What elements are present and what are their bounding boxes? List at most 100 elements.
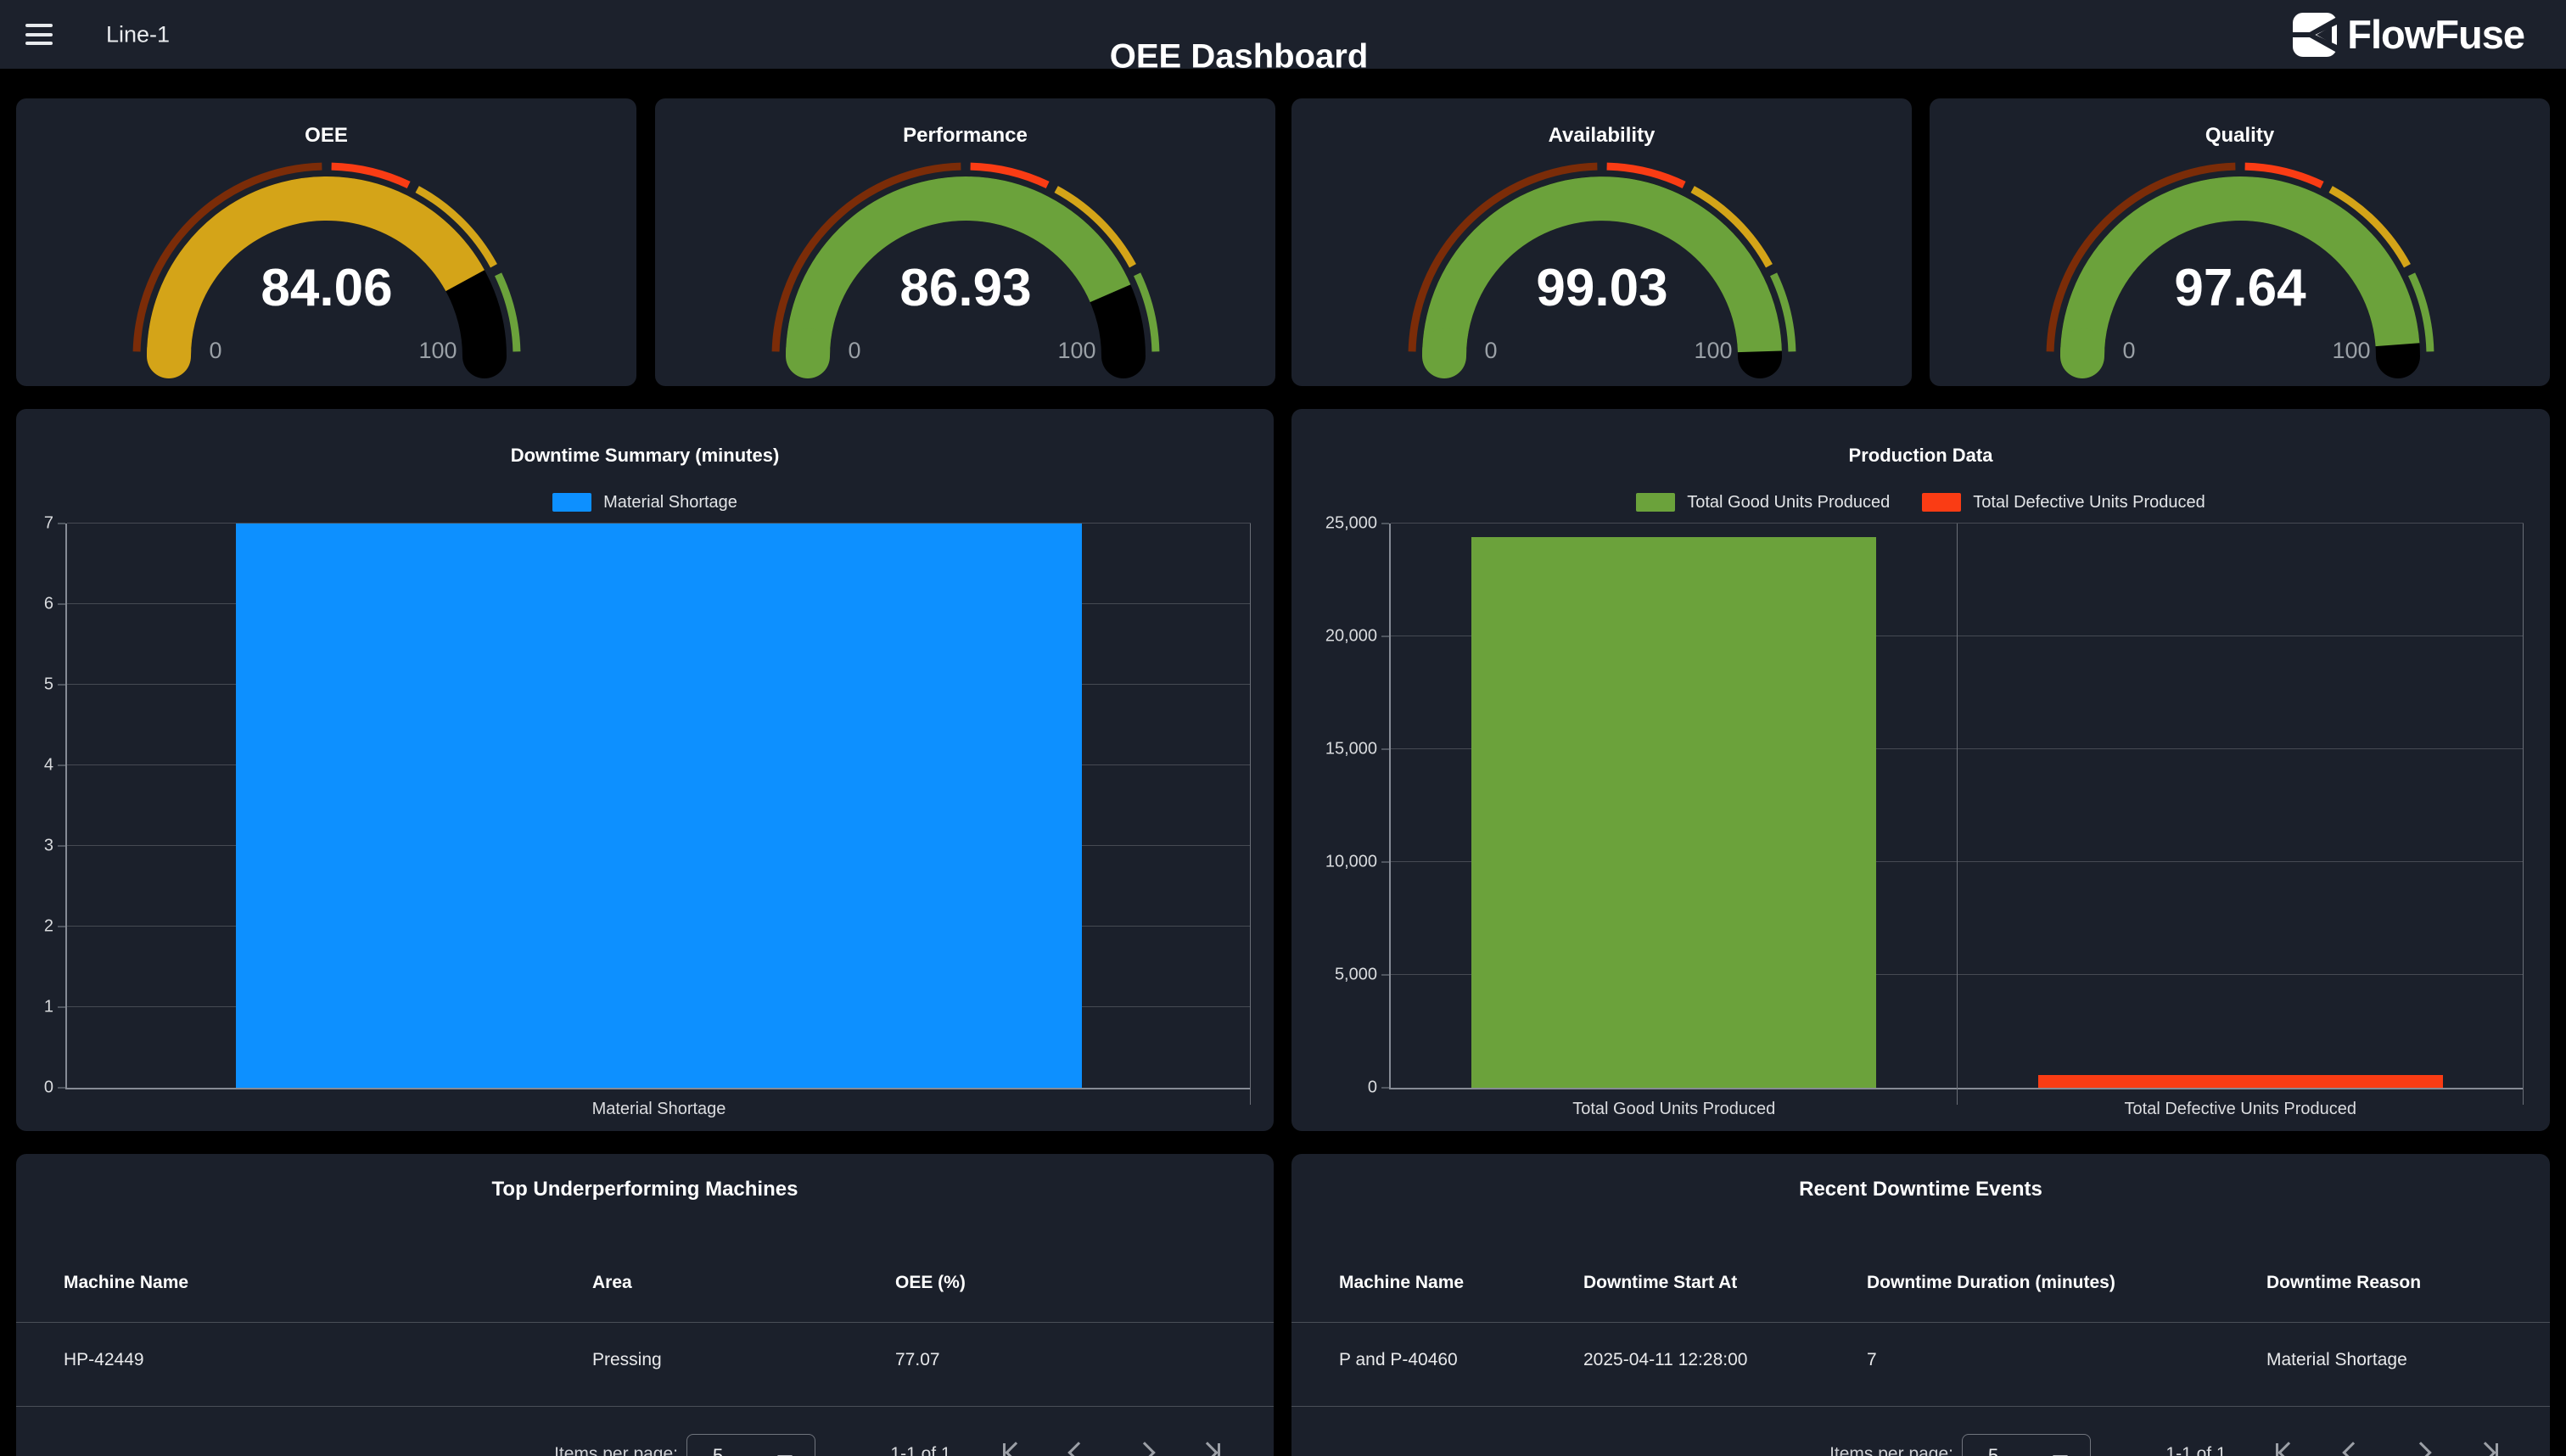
items-per-page-select[interactable]: 5 — [686, 1434, 815, 1456]
legend-label: Material Shortage — [603, 493, 737, 512]
legend-swatch — [552, 493, 591, 512]
pagination-range: 1-1 of 1 — [2132, 1444, 2261, 1456]
y-axis-tick — [58, 846, 65, 847]
chevron-left-icon — [1067, 1442, 1089, 1456]
gauge-title: Availability — [1291, 124, 1912, 148]
gauge-min-label: 0 — [1484, 338, 1497, 363]
bar-total-good-units-produced — [1471, 537, 1876, 1088]
legend-item[interactable]: Material Shortage — [552, 493, 737, 512]
last-page-button[interactable] — [1184, 1439, 1236, 1456]
y-axis-tick-label: 1 — [44, 998, 53, 1017]
y-axis-tick-label: 4 — [44, 756, 53, 776]
chevron-right-icon — [1134, 1442, 1155, 1456]
table-cell: 7 — [1867, 1350, 1877, 1370]
gauge-title: Quality — [1930, 124, 2550, 148]
items-per-page-label: Items per page: — [16, 1444, 678, 1456]
divider — [1291, 1406, 2550, 1407]
menu-icon[interactable] — [25, 24, 53, 45]
y-axis-tick — [58, 1007, 65, 1008]
items-per-page-value: 5 — [713, 1445, 723, 1456]
items-per-page-label: Items per page: — [1291, 1444, 1953, 1456]
plot-boundary-line — [1250, 524, 1251, 1105]
table-cell: P and P-40460 — [1339, 1350, 1458, 1370]
recent-downtime-events-card: Recent Downtime Events Items per page: 5… — [1291, 1154, 2550, 1456]
chevron-right-icon — [2410, 1442, 2431, 1456]
flowfuse-logo-icon — [2293, 13, 2337, 57]
previous-page-button[interactable] — [1052, 1439, 1105, 1456]
y-axis-tick-label: 20,000 — [1325, 627, 1377, 647]
y-axis-tick — [58, 765, 65, 766]
y-axis-tick — [1381, 749, 1389, 750]
column-header: Downtime Start At — [1583, 1273, 1737, 1293]
first-page-icon — [2276, 1443, 2278, 1456]
first-page-button[interactable] — [987, 1439, 1039, 1456]
gauge-max-label: 100 — [418, 338, 457, 363]
gauge-value: 99.03 — [1536, 259, 1667, 317]
last-page-icon — [2496, 1443, 2498, 1456]
gauge-min-label: 0 — [2122, 338, 2135, 363]
column-header: Downtime Duration (minutes) — [1867, 1273, 2115, 1293]
first-page-icon — [1003, 1443, 1006, 1456]
items-per-page-value: 5 — [1988, 1445, 1998, 1456]
divider — [16, 1322, 1274, 1323]
last-page-button[interactable] — [2462, 1439, 2514, 1456]
next-page-button[interactable] — [2395, 1439, 2447, 1456]
y-axis-tick-label: 15,000 — [1325, 740, 1377, 759]
availability-gauge: 99.03 0 100 — [1381, 154, 1823, 375]
legend-item[interactable]: Total Defective Units Produced — [1922, 493, 2205, 512]
y-axis-tick — [1381, 636, 1389, 637]
y-axis-tick-label: 6 — [44, 595, 53, 614]
gauge-max-label: 100 — [1694, 338, 1732, 363]
column-header: Machine Name — [64, 1273, 188, 1293]
chevron-left-icon — [2277, 1442, 2299, 1456]
brand-logo: FlowFuse — [2293, 0, 2524, 69]
divider — [16, 1406, 1274, 1407]
downtime-summary-card: Downtime Summary (minutes) Material Shor… — [16, 409, 1274, 1131]
performance-gauge: 86.93 0 100 — [745, 154, 1186, 375]
legend-swatch — [1636, 493, 1675, 512]
chart-title: Production Data — [1291, 445, 2550, 467]
gauge-min-label: 0 — [209, 338, 221, 363]
top-underperforming-machines-card: Top Underperforming Machines Items per p… — [16, 1154, 1274, 1456]
chart-title: Downtime Summary (minutes) — [16, 445, 1274, 467]
legend-label: Total Good Units Produced — [1687, 493, 1890, 512]
oee-gauge: 84.06 0 100 — [106, 154, 547, 375]
chevron-right-icon — [2474, 1442, 2496, 1456]
y-axis-tick-label: 25,000 — [1325, 514, 1377, 534]
production-data-card: Production Data Total Good Units Produce… — [1291, 409, 2550, 1131]
quality-gauge: 97.64 0 100 — [2020, 154, 2461, 375]
oee-dashboard-screen: Line-1 OEE Dashboard FlowFuse OEE 84.06 … — [0, 0, 2566, 1456]
table-title: Top Underperforming Machines — [16, 1178, 1274, 1201]
legend-item[interactable]: Total Good Units Produced — [1636, 493, 1890, 512]
chevron-left-icon — [2342, 1442, 2363, 1456]
pagination-range: 1-1 of 1 — [856, 1444, 985, 1456]
y-axis-tick-label: 2 — [44, 917, 53, 937]
y-axis-tick-label: 10,000 — [1325, 853, 1377, 872]
y-axis-tick — [1381, 975, 1389, 976]
plot-boundary-line — [2523, 524, 2524, 1105]
first-page-button[interactable] — [2260, 1439, 2312, 1456]
y-axis-tick — [1381, 862, 1389, 863]
divider — [1291, 1322, 2550, 1323]
y-axis-tick — [58, 1088, 65, 1089]
chart-legend: Material Shortage — [16, 484, 1274, 521]
brand-name: FlowFuse — [2347, 11, 2524, 58]
downtime-chart-plot: 01234567Material Shortage — [65, 524, 1251, 1089]
chart-legend: Total Good Units Produced Total Defective… — [1291, 484, 2550, 521]
next-page-button[interactable] — [1118, 1439, 1171, 1456]
y-axis-tick-label: 5,000 — [1335, 966, 1377, 985]
legend-swatch — [1922, 493, 1961, 512]
table-cell: Material Shortage — [2266, 1350, 2407, 1370]
column-header: OEE (%) — [895, 1273, 966, 1293]
x-axis-category-label: Material Shortage — [592, 1100, 726, 1119]
chevron-left-icon — [1005, 1442, 1026, 1456]
gauge-value: 86.93 — [899, 259, 1031, 317]
page-title: OEE Dashboard — [1110, 38, 1369, 76]
items-per-page-select[interactable]: 5 — [1962, 1434, 2091, 1456]
gauge-card-oee: OEE 84.06 0 100 — [16, 98, 636, 386]
plot-boundary-line — [1957, 524, 1958, 1105]
previous-page-button[interactable] — [2327, 1439, 2379, 1456]
gauge-value: 84.06 — [261, 259, 392, 317]
gauge-card-availability: Availability 99.03 0 100 — [1291, 98, 1912, 386]
y-axis-tick-label: 3 — [44, 837, 53, 856]
